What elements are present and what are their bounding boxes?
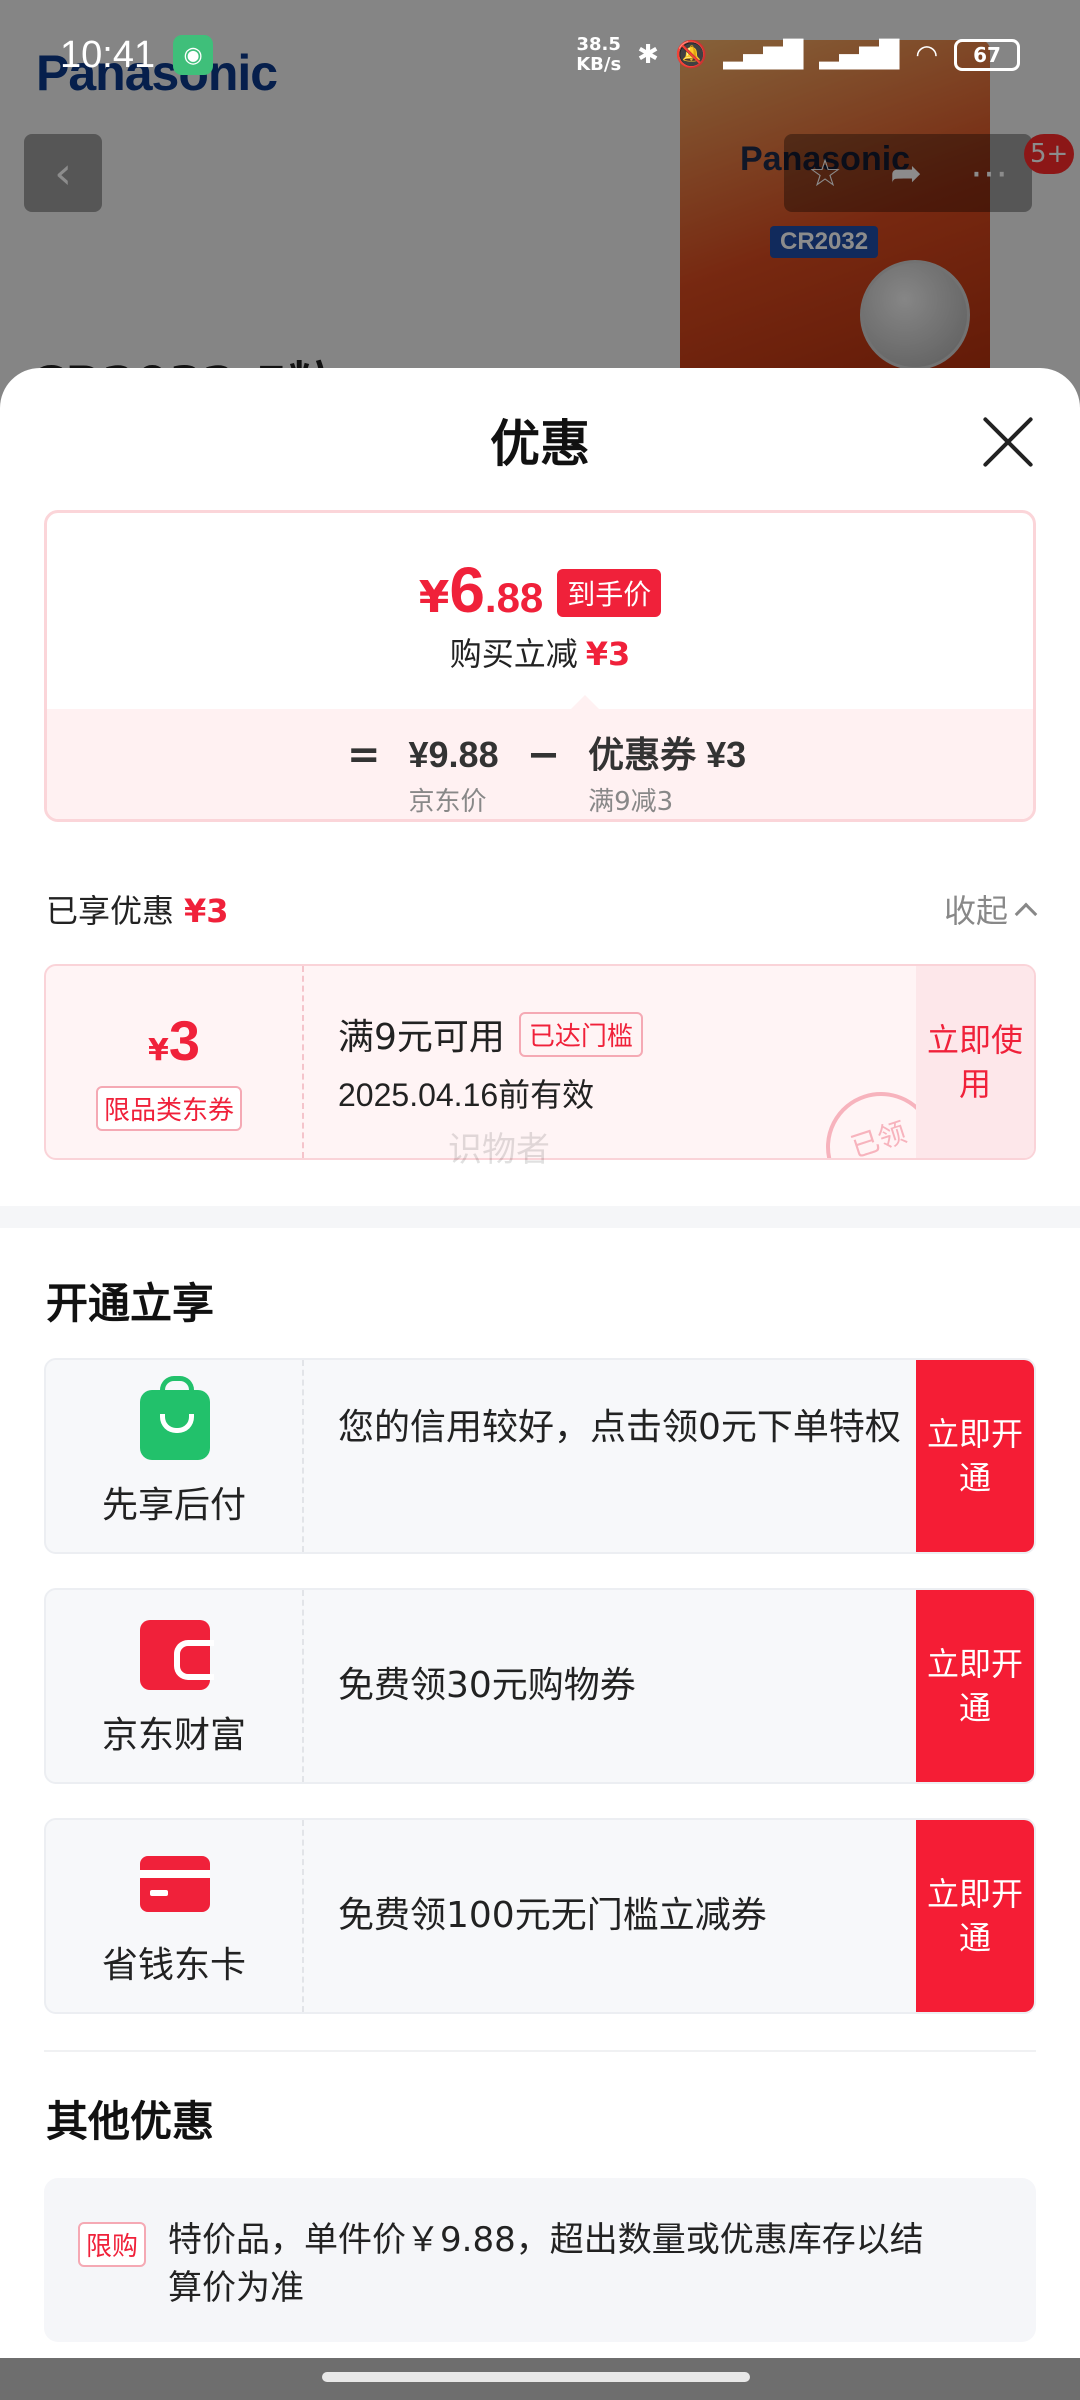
sheet-title: 优惠 — [490, 415, 590, 473]
final-price-tag: 到手价 — [557, 569, 662, 617]
instant-discount: 购买立减 ¥3 — [449, 635, 631, 673]
threshold-met-badge: 已达门槛 — [518, 1011, 643, 1057]
price-breakdown: = ¥9.88 京东价 − 优惠券 ¥3 满9减3 — [47, 709, 1033, 819]
home-indicator[interactable] — [322, 2372, 750, 2382]
navigation-bar — [0, 2358, 1080, 2400]
status-bar: 10:41 ◉ 38.5 KB/s ✱ 🔕 ▂▄▆█ ▂▄▆█ ◠ 67 — [0, 0, 1080, 110]
purchase-limit-badge: 限购 — [78, 2222, 147, 2267]
jd-price: ¥9.88 京东价 — [408, 734, 499, 817]
activate-button[interactable]: 立即开通 — [916, 1590, 1034, 1782]
bluetooth-icon: ✱ — [637, 40, 659, 70]
signal-icon-2: ▂▄▆█ — [819, 40, 900, 70]
signal-icon: ▂▄▆█ — [723, 40, 804, 70]
battery-icon: 67 — [954, 39, 1020, 71]
other-discount-text: 特价品，单件价￥9.88，超出数量或优惠库存以结算价为准 — [168, 2220, 924, 2308]
minus-sign: − — [526, 732, 561, 778]
promo-description: 免费领100元无门槛立减券 — [338, 1895, 767, 1936]
shopping-bag-icon — [140, 1376, 210, 1460]
price-card: ¥ 6.88 到手价 购买立减 ¥3 = ¥9.88 京东价 − 优惠券 ¥3 满… — [44, 510, 1036, 822]
promo-item-savings-card[interactable]: 省钱东卡 免费领100元无门槛立减券 立即开通 — [44, 1818, 1036, 2014]
divider-line — [44, 2050, 1036, 2052]
promo-item-jd-wealth[interactable]: 京东财富 免费领30元购物券 立即开通 — [44, 1588, 1036, 1784]
discount-sheet: 优惠 ¥ 6.88 到手价 购买立减 ¥3 = ¥9.88 京东价 − 优惠券 … — [0, 368, 1080, 2358]
coupon-deduction: 优惠券 ¥3 满9减3 — [588, 734, 747, 817]
other-discount-box: 限购 特价品，单件价￥9.88，超出数量或优惠库存以结算价为准 — [44, 2178, 1036, 2342]
card-icon — [140, 1856, 210, 1912]
chevron-up-icon — [1014, 902, 1038, 926]
network-speed: 38.5 KB/s — [576, 34, 622, 75]
final-price: 6.88 — [449, 554, 544, 626]
equals-sign: = — [347, 732, 381, 778]
promo-item-pay-later[interactable]: 先享后付 您的信用较好，点击领0元下单特权 立即开通 — [44, 1358, 1036, 1554]
other-section-title: 其他优惠 — [46, 2097, 215, 2146]
status-time: 10:41 — [60, 33, 156, 76]
watermark: 识物者 — [448, 1130, 550, 1170]
coupon-type-badge: 限品类东券 — [96, 1086, 243, 1131]
mute-icon: 🔕 — [674, 40, 708, 70]
activate-section-title: 开通立享 — [46, 1279, 215, 1328]
section-divider — [0, 1206, 1080, 1228]
enjoyed-discount: 已享优惠 ¥3 — [46, 892, 229, 930]
close-icon[interactable] — [978, 412, 1038, 472]
wallet-icon — [140, 1620, 214, 1690]
promo-description: 免费领30元购物券 — [338, 1665, 636, 1706]
coupon-expiry: 2025.04.16前有效 — [338, 1077, 595, 1113]
status-icons: 38.5 KB/s ✱ 🔕 ▂▄▆█ ▂▄▆█ ◠ 67 — [576, 35, 1020, 75]
app-notification-icon: ◉ — [173, 35, 214, 75]
collapse-button[interactable]: 收起 — [944, 886, 1038, 932]
activate-button[interactable]: 立即开通 — [916, 1360, 1034, 1552]
use-now-button[interactable]: 立即使用 — [916, 966, 1034, 1158]
currency-symbol: ¥ — [418, 572, 450, 623]
activate-button[interactable]: 立即开通 — [916, 1820, 1034, 2012]
wifi-icon: ◠ — [915, 40, 938, 70]
coupon-condition: 满9元可用 已达门槛 — [338, 1008, 643, 1060]
coupon-amount: ¥3 — [147, 1009, 201, 1072]
promo-description: 您的信用较好，点击领0元下单特权 — [338, 1407, 901, 1448]
